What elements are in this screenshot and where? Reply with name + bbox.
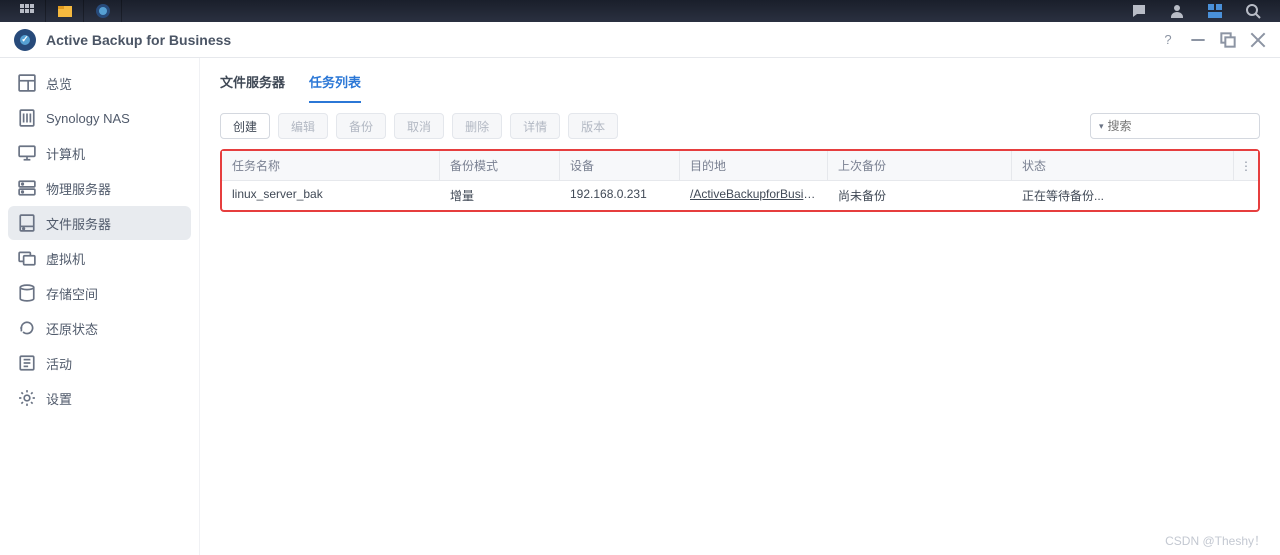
- tab-task-list[interactable]: 任务列表: [309, 72, 361, 103]
- col-name[interactable]: 任务名称: [222, 151, 440, 180]
- destination-link[interactable]: /ActiveBackupforBusin...: [690, 187, 820, 201]
- app-icon: ✓: [14, 29, 36, 51]
- col-status[interactable]: 状态: [1012, 151, 1234, 180]
- sidebar-item-label: 虚拟机: [46, 249, 85, 268]
- sidebar-item-vm[interactable]: 虚拟机: [8, 241, 191, 275]
- monitor-icon: [18, 144, 36, 162]
- edit-button: 编辑: [278, 113, 328, 139]
- sidebar-item-label: 总览: [46, 74, 72, 93]
- sidebar-item-activity[interactable]: 活动: [8, 346, 191, 380]
- sidebar-item-label: 存储空间: [46, 284, 98, 303]
- app-title: Active Backup for Business: [46, 32, 231, 48]
- cell-mode: 增量: [440, 181, 560, 210]
- sidebar-item-label: 还原状态: [46, 319, 98, 338]
- col-destination[interactable]: 目的地: [680, 151, 828, 180]
- backup-app-icon[interactable]: [84, 0, 122, 22]
- toolbar: 创建 编辑 备份 取消 删除 详情 版本 ▾: [200, 103, 1280, 149]
- sidebar-item-physical-server[interactable]: 物理服务器: [8, 171, 191, 205]
- col-last-backup[interactable]: 上次备份: [828, 151, 1012, 180]
- activity-icon: [18, 354, 36, 372]
- watermark: CSDN @Theshy！: [1165, 532, 1266, 549]
- sidebar-item-label: 文件服务器: [46, 214, 111, 233]
- server-icon: [18, 179, 36, 197]
- search-input[interactable]: [1108, 119, 1263, 133]
- table-row[interactable]: linux_server_bak 增量 192.168.0.231 /Activ…: [222, 181, 1258, 210]
- create-button[interactable]: 创建: [220, 113, 270, 139]
- restore-icon: [18, 319, 36, 337]
- maximize-icon[interactable]: [1220, 32, 1236, 48]
- help-icon[interactable]: ?: [1160, 32, 1176, 48]
- cell-device: 192.168.0.231: [560, 181, 680, 210]
- sidebar-item-label: 活动: [46, 354, 72, 373]
- sidebar-item-label: Synology NAS: [46, 111, 130, 126]
- window-titlebar: ✓ Active Backup for Business ?: [0, 22, 1280, 58]
- tab-file-server[interactable]: 文件服务器: [220, 72, 285, 103]
- task-table-highlighted: 任务名称 备份模式 设备 目的地 上次备份 状态 ⋮ linux_server_…: [220, 149, 1260, 212]
- table-header: 任务名称 备份模式 设备 目的地 上次备份 状态 ⋮: [222, 151, 1258, 181]
- sidebar-item-label: 计算机: [46, 144, 85, 163]
- cell-menu: [1234, 181, 1258, 210]
- os-taskbar: [0, 0, 1280, 22]
- content-area: 文件服务器 任务列表 创建 编辑 备份 取消 删除 详情 版本 ▾ 任务名称 备…: [200, 58, 1280, 555]
- close-icon[interactable]: [1250, 32, 1266, 48]
- col-device[interactable]: 设备: [560, 151, 680, 180]
- sidebar-item-restore[interactable]: 还原状态: [8, 311, 191, 345]
- details-button: 详情: [510, 113, 560, 139]
- col-mode[interactable]: 备份模式: [440, 151, 560, 180]
- folder-app-icon[interactable]: [46, 0, 84, 22]
- col-menu-icon[interactable]: ⋮: [1234, 151, 1258, 180]
- version-button: 版本: [568, 113, 618, 139]
- sidebar-item-label: 物理服务器: [46, 179, 111, 198]
- backup-button: 备份: [336, 113, 386, 139]
- file-server-icon: [18, 214, 36, 232]
- user-icon[interactable]: [1158, 0, 1196, 22]
- minimize-icon[interactable]: [1190, 32, 1206, 48]
- vm-icon: [18, 249, 36, 267]
- sidebar-item-label: 设置: [46, 389, 72, 408]
- cell-status: 正在等待备份...: [1012, 181, 1234, 210]
- nas-icon: [18, 109, 36, 127]
- cell-last: 尚未备份: [828, 181, 1012, 210]
- tabs: 文件服务器 任务列表: [200, 58, 1280, 103]
- sidebar-item-computer[interactable]: 计算机: [8, 136, 191, 170]
- cell-name: linux_server_bak: [222, 181, 440, 210]
- sidebar-item-synology-nas[interactable]: Synology NAS: [8, 101, 191, 135]
- cancel-button: 取消: [394, 113, 444, 139]
- apps-grid-icon[interactable]: [8, 0, 46, 22]
- sidebar-item-file-server[interactable]: 文件服务器: [8, 206, 191, 240]
- sidebar-item-storage[interactable]: 存储空间: [8, 276, 191, 310]
- search-icon[interactable]: [1234, 0, 1272, 22]
- dashboard-icon: [18, 74, 36, 92]
- gear-icon: [18, 389, 36, 407]
- search-box[interactable]: ▾: [1090, 113, 1260, 139]
- sidebar: 总览 Synology NAS 计算机 物理服务器 文件服务器 虚拟机 存储空间: [0, 58, 200, 555]
- chat-icon[interactable]: [1120, 0, 1158, 22]
- sidebar-item-settings[interactable]: 设置: [8, 381, 191, 415]
- chevron-down-icon[interactable]: ▾: [1099, 121, 1104, 132]
- widget-icon[interactable]: [1196, 0, 1234, 22]
- delete-button: 删除: [452, 113, 502, 139]
- sidebar-item-overview[interactable]: 总览: [8, 66, 191, 100]
- cell-destination: /ActiveBackupforBusin...: [680, 181, 828, 210]
- storage-icon: [18, 284, 36, 302]
